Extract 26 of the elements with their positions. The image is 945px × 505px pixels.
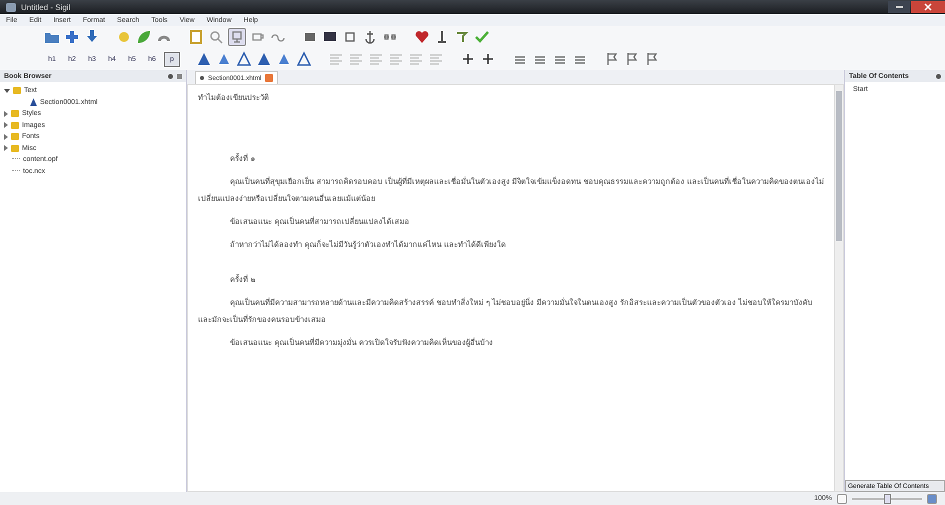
- plus-icon[interactable]: [460, 51, 476, 67]
- triangle-icon[interactable]: [296, 51, 312, 67]
- tab-close-icon[interactable]: [265, 74, 274, 82]
- pin-icon[interactable]: [936, 74, 941, 78]
- close-button[interactable]: [911, 1, 945, 13]
- slider-thumb[interactable]: [884, 494, 891, 504]
- heart-icon[interactable]: [414, 29, 430, 45]
- leaf-icon[interactable]: [136, 29, 152, 45]
- folder-icon: [13, 87, 21, 94]
- triangle-icon[interactable]: [256, 51, 272, 67]
- close-icon: [924, 3, 932, 11]
- scrollbar[interactable]: [834, 85, 843, 491]
- page-icon[interactable]: [188, 29, 204, 45]
- triangle-icon[interactable]: [236, 51, 252, 67]
- pin-icon[interactable]: [168, 74, 173, 78]
- app-logo-icon: [6, 2, 16, 12]
- triangle-icon[interactable]: [196, 51, 212, 67]
- close-icon[interactable]: [177, 74, 182, 78]
- zoom-out-icon[interactable]: [837, 494, 847, 504]
- minimize-button[interactable]: [888, 1, 910, 13]
- document-icon: [30, 98, 37, 106]
- window-title: Untitled - Sigil: [21, 2, 70, 12]
- plus-icon[interactable]: [480, 51, 496, 67]
- check-icon[interactable]: [474, 29, 490, 45]
- zoom-in-icon[interactable]: [927, 494, 937, 504]
- magnifier-icon[interactable]: [208, 29, 224, 45]
